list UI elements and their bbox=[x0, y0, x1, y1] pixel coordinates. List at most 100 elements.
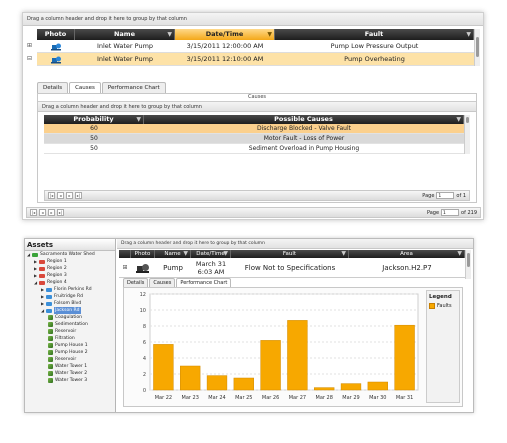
group-by-hint[interactable]: Drag a column header and drop it here to… bbox=[117, 239, 473, 249]
tab-causes[interactable]: Causes bbox=[69, 82, 101, 93]
column-header-probability[interactable]: Probability ▼ bbox=[44, 115, 144, 124]
x-tick-label: Mar 29 bbox=[342, 395, 359, 401]
column-header-fault[interactable]: Fault ▼ bbox=[275, 29, 474, 40]
expand-row-icon[interactable]: ⊞ bbox=[119, 258, 131, 277]
filter-icon[interactable]: ▼ bbox=[341, 250, 346, 258]
table-row[interactable]: 50 Motor Fault - Loss of Power bbox=[44, 134, 464, 144]
tree-node[interactable]: Water Tower 1 bbox=[25, 363, 115, 370]
tree-node-label: Fruitridge Rd bbox=[54, 294, 83, 299]
asset-icon bbox=[48, 329, 53, 334]
tree-node[interactable]: Sedimentation bbox=[25, 321, 115, 328]
filter-icon[interactable]: ▼ bbox=[267, 29, 272, 40]
tree-node[interactable]: ▶ Region 2 bbox=[25, 265, 115, 272]
tree-node[interactable]: ▶ Folsom Blvd bbox=[25, 300, 115, 307]
tree-node[interactable]: Water Tower 3 bbox=[25, 377, 115, 384]
grid-scrollbar[interactable] bbox=[465, 250, 471, 279]
filter-icon[interactable]: ▼ bbox=[223, 250, 228, 258]
filter-icon[interactable]: ▼ bbox=[167, 29, 172, 40]
tree-node[interactable]: ▶ Region 1 bbox=[25, 258, 115, 265]
chart-legend: Legend Faults bbox=[426, 290, 460, 403]
tree-node[interactable]: Coagulation bbox=[25, 314, 115, 321]
x-tick-label: Mar 31 bbox=[396, 395, 413, 401]
next-page-button[interactable]: ▸ bbox=[66, 192, 73, 199]
filter-icon[interactable]: ▼ bbox=[456, 115, 461, 124]
tree-node[interactable]: ▶ Fruitridge Rd bbox=[25, 293, 115, 300]
column-header-photo[interactable]: Photo bbox=[131, 250, 155, 258]
page-count: of 1 bbox=[456, 192, 466, 199]
asset-icon bbox=[48, 343, 53, 348]
causes-grid-header: Probability ▼ Possible Causes ▼ bbox=[44, 115, 464, 124]
filter-icon[interactable]: ▼ bbox=[136, 115, 141, 124]
tree-node-label: Coagulation bbox=[55, 315, 82, 320]
filter-icon[interactable]: ▼ bbox=[466, 29, 471, 40]
column-header-name[interactable]: Name ▼ bbox=[155, 250, 191, 258]
tree-node-label: Folsom Blvd bbox=[54, 301, 82, 306]
last-page-button[interactable]: ▸| bbox=[57, 209, 64, 216]
tree-node[interactable]: Filtration bbox=[25, 335, 115, 342]
first-page-button[interactable]: |◂ bbox=[48, 192, 55, 199]
table-row[interactable]: 50 Sediment Overload in Pump Housing bbox=[44, 144, 464, 154]
tab-performance-chart[interactable]: Performance Chart bbox=[101, 82, 166, 93]
tree-node[interactable]: Pump House 1 bbox=[25, 342, 115, 349]
y-tick-label: 10 bbox=[140, 308, 146, 314]
pump-photo bbox=[37, 40, 75, 52]
filter-icon[interactable]: ▼ bbox=[183, 250, 188, 258]
first-page-button[interactable]: |◂ bbox=[30, 209, 37, 216]
tree-node[interactable]: ▶ Florin Perkins Rd bbox=[25, 286, 115, 293]
page-input[interactable]: 1 bbox=[441, 209, 460, 216]
column-header-datetime[interactable]: Date/Time ▼ bbox=[191, 250, 231, 258]
x-tick-label: Mar 28 bbox=[316, 395, 333, 401]
cell-cause: Sediment Overload in Pump Housing bbox=[248, 145, 360, 152]
next-page-button[interactable]: ▸ bbox=[48, 209, 55, 216]
table-row[interactable]: Inlet Water Pump 3/15/2011 12:00:00 AM P… bbox=[37, 40, 474, 53]
filter-icon[interactable]: ▼ bbox=[457, 250, 462, 258]
table-row[interactable]: 60 Discharge Blocked - Valve Fault bbox=[44, 124, 464, 134]
fault-grid-pager: |◂ ◂ ▸ ▸| Page 1 of 219 bbox=[26, 207, 481, 218]
legend-item: Faults bbox=[427, 303, 459, 309]
column-header-fault[interactable]: Fault ▼ bbox=[231, 250, 349, 258]
tree-node[interactable]: Reservoir bbox=[25, 356, 115, 363]
group-by-hint[interactable]: Drag a column header and drop it here to… bbox=[23, 13, 483, 26]
bar bbox=[260, 340, 281, 391]
fault-grid-panel: Drag a column header and drop it here to… bbox=[22, 12, 484, 220]
assets-title: Assets bbox=[25, 239, 115, 251]
collapse-row-icon[interactable]: ⊟ bbox=[27, 55, 32, 62]
cell-name: Inlet Water Pump bbox=[96, 42, 154, 50]
column-header-possible-causes[interactable]: Possible Causes ▼ bbox=[144, 115, 464, 124]
tree-node[interactable]: ◢ Jackson Rd bbox=[25, 307, 115, 314]
tree-node[interactable]: ◢ Sacramento Water Shed bbox=[25, 251, 115, 258]
tree-node-label: Region 4 bbox=[47, 280, 67, 285]
tree-node[interactable]: Reservoir bbox=[25, 328, 115, 335]
column-header-name[interactable]: Name ▼ bbox=[75, 29, 175, 40]
tree-node[interactable]: ◢ Region 4 bbox=[25, 279, 115, 286]
prev-page-button[interactable]: ◂ bbox=[57, 192, 64, 199]
column-header-photo[interactable]: Photo bbox=[37, 29, 75, 40]
tab-details[interactable]: Details bbox=[123, 278, 149, 287]
bar bbox=[287, 320, 308, 391]
bar bbox=[340, 383, 362, 391]
tab-performance-chart[interactable]: Performance Chart bbox=[176, 278, 232, 287]
cell-date: March 31 bbox=[195, 260, 227, 268]
site-icon bbox=[46, 294, 52, 299]
causes-group-hint[interactable]: Drag a column header and drop it here to… bbox=[38, 101, 476, 112]
bar bbox=[367, 381, 388, 391]
table-row-selected[interactable]: Inlet Water Pump 3/15/2011 12:10:00 AM P… bbox=[37, 53, 474, 66]
page-input[interactable]: 1 bbox=[436, 192, 455, 199]
grid-scrollbar[interactable] bbox=[474, 29, 480, 66]
column-header-area[interactable]: Area ▼ bbox=[349, 250, 465, 258]
tab-causes[interactable]: Causes bbox=[149, 278, 176, 287]
last-page-button[interactable]: ▸| bbox=[75, 192, 82, 199]
table-row[interactable]: ⊞ Pump March 31 6:03 AM Flow Not to Spec… bbox=[119, 258, 465, 278]
tree-node-label: Water Tower 3 bbox=[55, 378, 88, 383]
prev-page-button[interactable]: ◂ bbox=[39, 209, 46, 216]
tree-node[interactable]: Pump House 2 bbox=[25, 349, 115, 356]
cell-name: Pump bbox=[163, 264, 183, 272]
expand-row-icon[interactable]: ⊞ bbox=[27, 42, 32, 49]
pump-icon bbox=[50, 43, 61, 50]
tree-node[interactable]: Water Tower 2 bbox=[25, 370, 115, 377]
tree-node[interactable]: ▶ Region 3 bbox=[25, 272, 115, 279]
cell-probability: 60 bbox=[90, 125, 98, 132]
tab-details[interactable]: Details bbox=[37, 82, 69, 93]
causes-scrollbar[interactable] bbox=[464, 115, 470, 154]
column-header-datetime[interactable]: Date/Time ▼ bbox=[175, 29, 275, 40]
